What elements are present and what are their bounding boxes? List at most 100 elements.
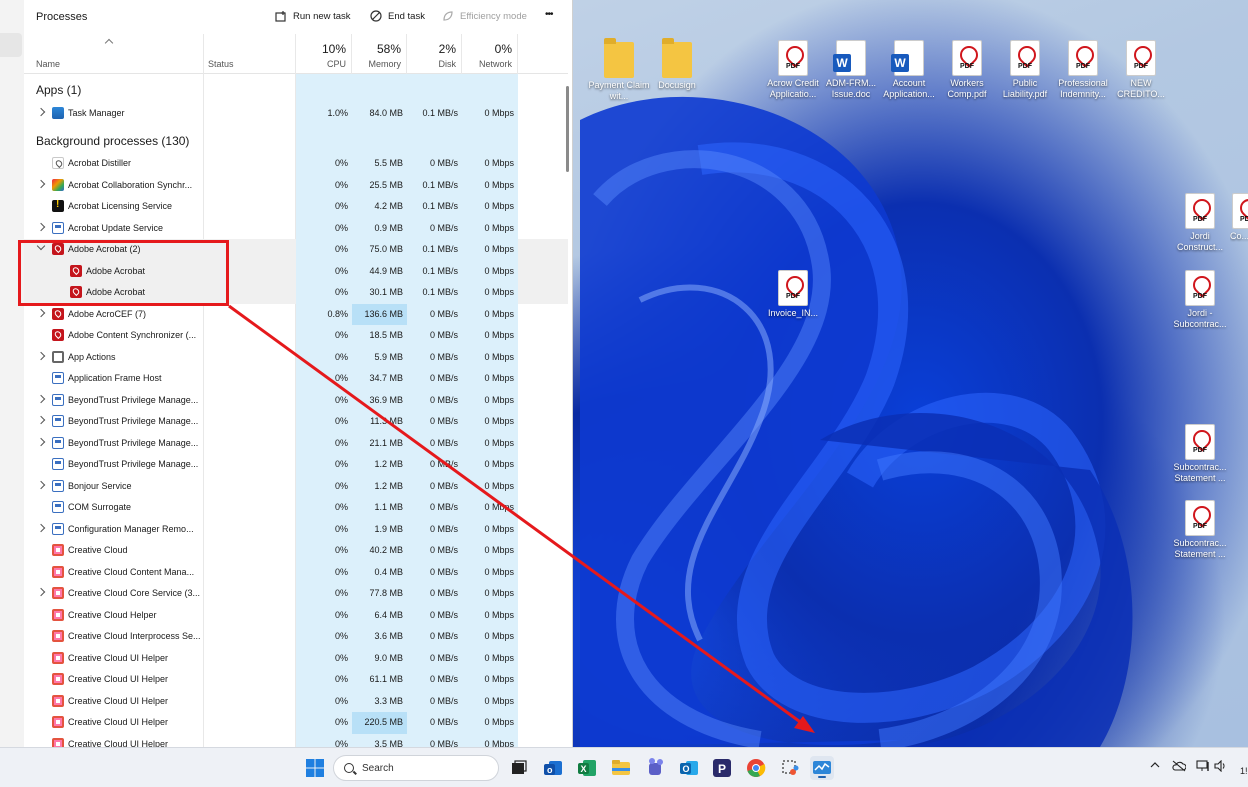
taskbar-search[interactable]: Search <box>333 755 499 781</box>
desktop-icon[interactable]: PDF NEW CREDITO... <box>1110 40 1172 100</box>
process-row[interactable]: App Actions 0% 5.9 MB 0 MB/s 0 Mbps <box>24 346 568 368</box>
process-row[interactable]: Creative Cloud Helper 0% 6.4 MB 0 MB/s 0 Mbp… <box>24 604 568 626</box>
column-status[interactable]: Status <box>204 34 296 74</box>
process-row[interactable]: Acrobat Update Service 0% 0.9 MB 0 MB/s 0 Mb… <box>24 217 568 239</box>
desktop-icon[interactable]: PDF Jordi - Subcontrac... <box>1169 270 1231 330</box>
process-row[interactable]: Creative Cloud Interprocess Se... 0% 3.6 M… <box>24 626 568 648</box>
process-row[interactable]: Creative Cloud UI Helper 0% 3.3 MB 0 MB/s 0 … <box>24 690 568 712</box>
task-manager-icon <box>52 107 64 119</box>
column-network[interactable]: 0% Network <box>462 34 518 74</box>
pdf-file-icon: PDF <box>1185 270 1215 306</box>
excel-icon[interactable]: X <box>575 756 599 780</box>
desktop-icon[interactable]: PDF Acrow Credit Applicatio... <box>762 40 824 100</box>
memory-cell: 36.9 MB <box>352 389 407 411</box>
network-icon[interactable] <box>1196 760 1210 775</box>
desktop-icon[interactable]: Docusign <box>646 38 708 91</box>
desktop-icon[interactable]: PDF Public Liability.pdf <box>994 40 1056 100</box>
process-row[interactable]: Adobe AcroCEF (7) 0.8% 136.6 MB 0 MB/s 0 Mbp… <box>24 303 568 325</box>
network-cell: 0 Mbps <box>462 217 518 239</box>
desktop-icon[interactable]: W ADM-FRM... Issue.doc <box>820 40 882 100</box>
process-name: Creative Cloud UI Helper <box>68 674 169 684</box>
desktop-icon[interactable]: PDF Workers Comp.pdf <box>936 40 998 100</box>
nav-item-processes[interactable] <box>0 33 22 57</box>
process-row[interactable]: Creative Cloud UI Helper 0% 220.5 MB 0 MB/s… <box>24 712 568 734</box>
scrollbar-thumb[interactable] <box>566 86 569 172</box>
desktop-icon[interactable]: PDF Invoice_IN... <box>762 270 824 319</box>
desktop-icon[interactable]: PDF Professional Indemnity... <box>1052 40 1114 100</box>
process-row[interactable]: BeyondTrust Privilege Manage... 0% 11.3 MB… <box>24 411 568 433</box>
desktop-icon[interactable]: Payment Claim wit... <box>588 38 650 102</box>
process-row[interactable]: Application Frame Host 0% 34.7 MB 0 MB/s 0 M… <box>24 368 568 390</box>
start-button-windows-icon[interactable] <box>303 756 327 780</box>
process-row[interactable]: Configuration Manager Remo... 0% 1.9 MB 0 M… <box>24 518 568 540</box>
desktop-icon[interactable]: PDF Subcontrac... Statement ... <box>1169 424 1231 484</box>
efficiency-mode-button[interactable]: Efficiency mode <box>442 10 527 22</box>
chevron-right-icon[interactable] <box>36 179 46 188</box>
process-name: BeyondTrust Privilege Manage... <box>68 416 199 426</box>
chevron-up-icon[interactable] <box>1150 760 1160 773</box>
process-row[interactable]: Creative Cloud UI Helper 0% 3.5 MB 0 MB/s 0 … <box>24 733 568 747</box>
process-row[interactable]: BeyondTrust Privilege Manage... 0% 36.9 MB… <box>24 389 568 411</box>
chevron-right-icon[interactable] <box>36 587 46 597</box>
process-row[interactable]: Creative Cloud Core Service (3... 0% 77.8 … <box>24 583 568 605</box>
chevron-right-icon[interactable] <box>36 394 46 403</box>
desktop-icon[interactable]: PDF Jordi Construct... <box>1169 193 1231 253</box>
column-memory[interactable]: 58% Memory <box>352 34 407 74</box>
network-cell: 0 Mbps <box>462 497 518 519</box>
chevron-right-icon[interactable] <box>36 480 46 489</box>
outlook-icon[interactable]: O <box>677 756 701 780</box>
process-row[interactable]: Acrobat Licensing Service 0%4.2 MB0.1 MB/… <box>24 196 568 218</box>
process-row[interactable]: Bonjour Service 0% 1.2 MB 0 MB/s 0 Mbps <box>24 475 568 497</box>
process-row[interactable]: Acrobat Collaboration Synchr... 0% 25.5 MB… <box>24 174 568 196</box>
chevron-right-icon[interactable] <box>36 107 46 117</box>
process-row[interactable]: Task Manager 1.0% 84.0 MB 0.1 MB/s 0 Mbps <box>24 103 568 125</box>
memory-cell: 136.6 MB <box>352 303 407 325</box>
task-manager-taskbar-icon[interactable] <box>810 756 834 780</box>
memory-cell: 9.0 MB <box>352 647 407 669</box>
process-row[interactable]: Acrobat Distiller 0% 5.5 MB 0 MB/s 0 Mbps <box>24 153 568 175</box>
process-row[interactable]: Creative Cloud UI Helper 0% 61.1 MB 0 MB/s 0… <box>24 669 568 691</box>
run-new-task-button[interactable]: Run new task <box>275 10 351 22</box>
chevron-right-icon[interactable] <box>36 415 46 425</box>
process-row[interactable]: Creative Cloud UI Helper 0% 9.0 MB 0 MB/s 0 … <box>24 647 568 669</box>
desktop-icon[interactable]: W Account Application... <box>878 40 940 100</box>
column-disk[interactable]: 2% Disk <box>407 34 462 74</box>
disk-cell: 0.1 MB/s <box>407 260 462 282</box>
publisher-p-icon[interactable]: P <box>710 756 734 780</box>
chevron-right-icon[interactable] <box>36 351 46 360</box>
column-memory-label: Memory <box>368 59 401 69</box>
process-row[interactable]: COM Surrogate 0% 1.1 MB 0 MB/s 0 Mbps <box>24 497 568 519</box>
process-row[interactable]: Adobe Content Synchronizer (... 0% 18.5 MB… <box>24 325 568 347</box>
process-row[interactable]: BeyondTrust Privilege Manage... 0% 21.1 MB… <box>24 432 568 454</box>
process-name: Creative Cloud Content Mana... <box>68 566 195 577</box>
column-name[interactable]: Name <box>24 34 204 74</box>
task-view-icon[interactable] <box>507 756 531 780</box>
snipping-tool-icon[interactable] <box>778 756 802 780</box>
volume-icon[interactable] <box>1214 759 1228 775</box>
process-row[interactable]: Creative Cloud Content Mana... 0% 0.4 MB 0 … <box>24 561 568 583</box>
cpu-cell: 0.8% <box>296 303 352 325</box>
outlook-new-icon[interactable]: o <box>541 756 565 780</box>
chrome-icon[interactable] <box>744 756 768 780</box>
desktop-icon[interactable]: PDF Co... <box>1230 193 1248 242</box>
pdf-file-icon: PDF <box>1068 40 1098 76</box>
chevron-right-icon[interactable] <box>36 222 46 231</box>
column-cpu[interactable]: 10% CPU <box>296 34 352 74</box>
chevron-right-icon[interactable] <box>36 308 46 317</box>
chevron-right-icon[interactable] <box>36 523 46 532</box>
cloud-offline-icon[interactable] <box>1172 760 1187 775</box>
clock[interactable]: 1! <box>1240 766 1248 776</box>
process-row[interactable]: Creative Cloud 0% 40.2 MB 0 MB/s 0 Mbps <box>24 540 568 562</box>
cpu-cell: 0% <box>296 690 352 712</box>
more-options-button[interactable]: ••• <box>545 9 553 20</box>
file-explorer-icon[interactable] <box>609 756 633 780</box>
pdf-file-icon: PDF <box>1185 193 1215 229</box>
process-name: Acrobat Collaboration Synchr... <box>68 179 193 190</box>
taskbar: Search o X O P 1! <box>0 747 1248 787</box>
network-cell: 0 Mbps <box>462 669 518 691</box>
teams-icon[interactable] <box>643 756 667 780</box>
chevron-right-icon[interactable] <box>36 437 46 446</box>
desktop-icon[interactable]: PDF Subcontrac... Statement ... <box>1169 500 1231 560</box>
end-task-button[interactable]: End task <box>370 10 425 22</box>
process-row[interactable]: BeyondTrust Privilege Manage... 0% 1.2 MB 0… <box>24 454 568 476</box>
